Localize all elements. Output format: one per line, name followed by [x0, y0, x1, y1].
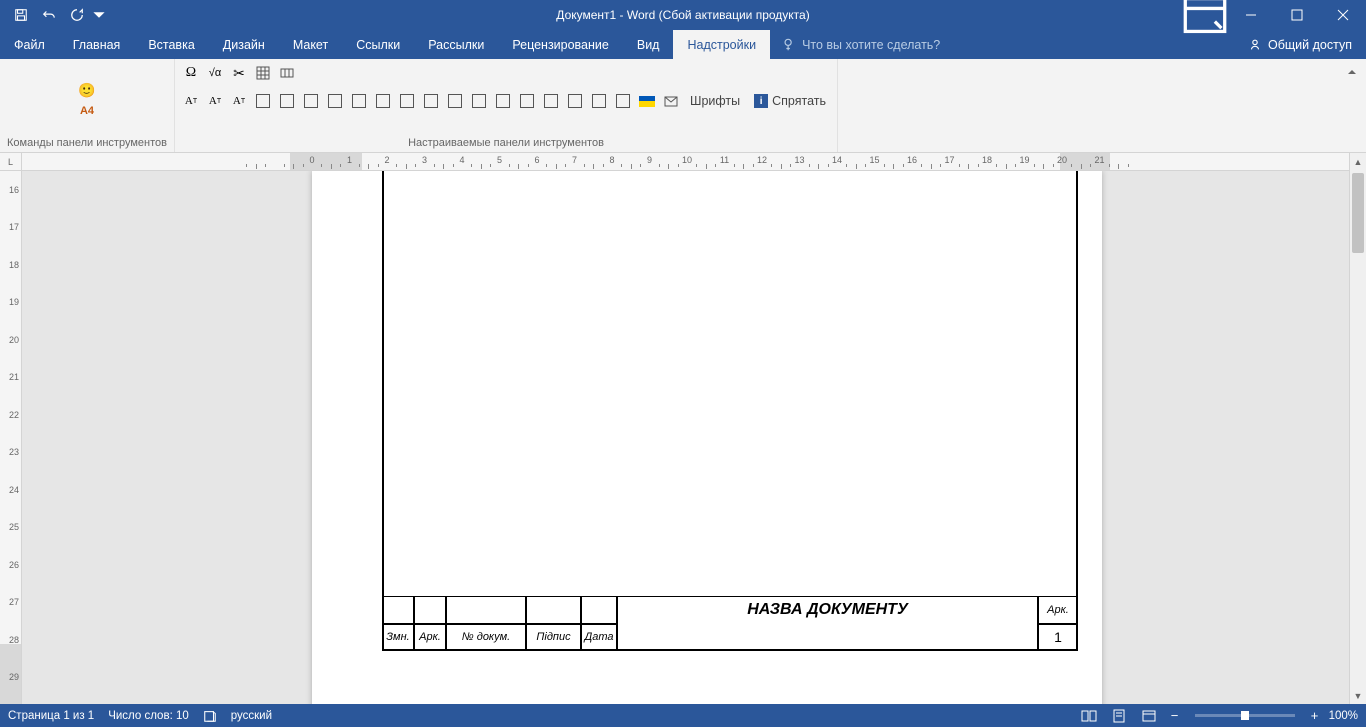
- group1-label: Команды панели инструментов: [6, 135, 168, 152]
- zoom-thumb[interactable]: [1241, 711, 1249, 720]
- envelope-icon[interactable]: [661, 91, 681, 111]
- frame9-icon[interactable]: [445, 91, 465, 111]
- frame7-icon[interactable]: [397, 91, 417, 111]
- status-page[interactable]: Страница 1 из 1: [8, 710, 94, 722]
- tab-home[interactable]: Главная: [59, 30, 135, 59]
- frame12-icon[interactable]: [517, 91, 537, 111]
- ark-cell: Арк.: [414, 624, 446, 652]
- status-words[interactable]: Число слов: 10: [108, 710, 189, 722]
- tab-mailings[interactable]: Рассылки: [414, 30, 498, 59]
- document-page[interactable]: НАЗВА ДОКУМЕНТУ Арк. Змн. Арк. № докум. …: [312, 171, 1102, 704]
- frame6-icon[interactable]: [373, 91, 393, 111]
- group2-label: Настраиваемые панели инструментов: [181, 135, 831, 152]
- page-num-cell: 1: [1038, 624, 1078, 652]
- undo-button[interactable]: [36, 3, 62, 27]
- scroll-up[interactable]: ▲: [1350, 153, 1366, 170]
- tab-references[interactable]: Ссылки: [342, 30, 414, 59]
- tab-addins[interactable]: Надстройки: [673, 30, 770, 59]
- grid-icon[interactable]: [277, 63, 297, 83]
- scroll-thumb[interactable]: [1352, 173, 1364, 253]
- tab-review[interactable]: Рецензирование: [498, 30, 623, 59]
- horizontal-ruler[interactable]: 0123456789101112131415161718192021: [22, 153, 1349, 171]
- tab-layout[interactable]: Макет: [279, 30, 342, 59]
- ruler-corner: L: [0, 153, 21, 171]
- frame10-icon[interactable]: [469, 91, 489, 111]
- qat-customize[interactable]: [92, 3, 106, 27]
- frame15-icon[interactable]: [589, 91, 609, 111]
- scissors-icon[interactable]: ✂: [229, 63, 249, 83]
- tell-me-search[interactable]: Что вы хотите сделать?: [770, 30, 1234, 59]
- share-label: Общий доступ: [1268, 38, 1352, 52]
- save-button[interactable]: [8, 3, 34, 27]
- tab-design[interactable]: Дизайн: [209, 30, 279, 59]
- maximize-button[interactable]: [1274, 0, 1320, 30]
- hide-button[interactable]: iСпрятать: [749, 91, 831, 111]
- view-read[interactable]: [1077, 707, 1101, 725]
- tab-view[interactable]: Вид: [623, 30, 674, 59]
- pidpys-cell: Підпис: [526, 624, 581, 652]
- frame5-icon[interactable]: [349, 91, 369, 111]
- zoom-level[interactable]: 100%: [1329, 710, 1358, 722]
- document-scroll[interactable]: НАЗВА ДОКУМЕНТУ Арк. Змн. Арк. № докум. …: [22, 171, 1349, 704]
- ndokum-cell: № докум.: [446, 624, 526, 652]
- table-icon[interactable]: [253, 63, 273, 83]
- vertical-ruler[interactable]: L 1617181920212223242526272829: [0, 153, 22, 704]
- sqrt-icon[interactable]: √α: [205, 63, 225, 83]
- doc-title-cell: НАЗВА ДОКУМЕНТУ: [617, 596, 1038, 624]
- ribbon-display-options[interactable]: [1182, 0, 1228, 30]
- frame4-icon[interactable]: [325, 91, 345, 111]
- info-icon: i: [754, 94, 768, 108]
- status-proofing[interactable]: [203, 709, 217, 723]
- format-icon[interactable]: AT: [229, 91, 249, 111]
- emoji-icon[interactable]: 🙂: [78, 82, 95, 99]
- status-language[interactable]: русский: [231, 710, 272, 722]
- a4-button[interactable]: А4: [80, 105, 94, 117]
- frame3-icon[interactable]: [301, 91, 321, 111]
- superscript-icon[interactable]: AT: [205, 91, 225, 111]
- share-button[interactable]: Общий доступ: [1234, 30, 1366, 59]
- window-title: Документ1 - Word (Сбой активации продукт…: [556, 8, 809, 22]
- tell-me-placeholder: Что вы хотите сделать?: [802, 38, 940, 52]
- subscript-icon[interactable]: AT: [181, 91, 201, 111]
- drawing-frame: [382, 171, 1078, 651]
- frame11-icon[interactable]: [493, 91, 513, 111]
- title-block: НАЗВА ДОКУМЕНТУ Арк. Змн. Арк. № докум. …: [382, 596, 1078, 651]
- frame8-icon[interactable]: [421, 91, 441, 111]
- zoom-out[interactable]: −: [1167, 708, 1183, 724]
- omega-icon[interactable]: Ω: [181, 63, 201, 83]
- frame1-icon[interactable]: [253, 91, 273, 111]
- collapse-ribbon[interactable]: [1344, 65, 1360, 81]
- frame14-icon[interactable]: [565, 91, 585, 111]
- frame13-icon[interactable]: [541, 91, 561, 111]
- tab-file[interactable]: Файл: [0, 30, 59, 59]
- minimize-button[interactable]: [1228, 0, 1274, 30]
- redo-button[interactable]: [64, 3, 90, 27]
- frame16-icon[interactable]: [613, 91, 633, 111]
- zoom-slider[interactable]: [1195, 714, 1295, 717]
- tab-insert[interactable]: Вставка: [134, 30, 208, 59]
- zmn-cell: Змн.: [382, 624, 414, 652]
- zoom-in[interactable]: +: [1307, 708, 1323, 724]
- vertical-scrollbar[interactable]: ▲ ▼: [1349, 153, 1366, 704]
- close-button[interactable]: [1320, 0, 1366, 30]
- fonts-button[interactable]: Шрифты: [685, 91, 745, 111]
- data-cell: Дата: [581, 624, 617, 652]
- scroll-down[interactable]: ▼: [1350, 687, 1366, 704]
- view-web[interactable]: [1137, 707, 1161, 725]
- flag-icon[interactable]: [637, 91, 657, 111]
- view-print[interactable]: [1107, 707, 1131, 725]
- ark-header: Арк.: [1038, 596, 1078, 624]
- frame2-icon[interactable]: [277, 91, 297, 111]
